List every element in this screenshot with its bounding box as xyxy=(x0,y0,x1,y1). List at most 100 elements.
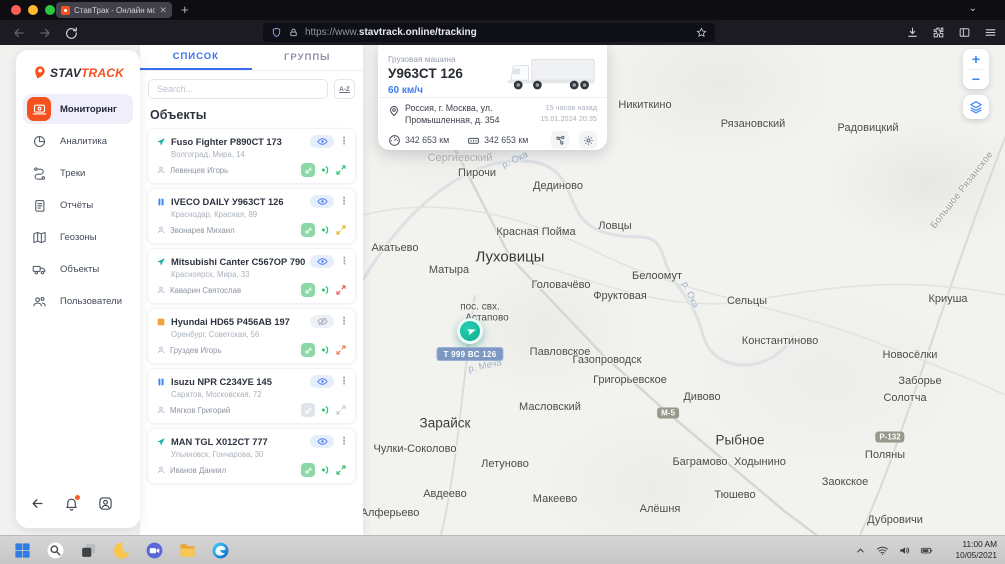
ignition-key-icon[interactable] xyxy=(301,463,315,477)
chevron-up-icon[interactable] xyxy=(854,544,867,557)
tab-close-icon[interactable]: ✕ xyxy=(159,6,167,15)
map-place-label: Макеево xyxy=(533,493,577,505)
ignition-key-icon[interactable] xyxy=(301,403,315,417)
visibility-eye-toggle[interactable] xyxy=(310,135,334,148)
connection-status-icon[interactable] xyxy=(335,404,347,416)
tab-list[interactable]: СПИСОК xyxy=(140,45,252,70)
vehicle-card[interactable]: MAN TGL Х012СТ 777 ⋮ Ульяновск, Гончаров… xyxy=(147,428,356,484)
collapse-back-button[interactable] xyxy=(30,496,45,516)
sidebar-panel-icon[interactable] xyxy=(958,26,971,39)
sidebar-item-geozones[interactable]: Геозоны xyxy=(23,222,133,252)
sort-az-button[interactable]: A-Z xyxy=(334,79,355,99)
zoom-in-button[interactable]: + xyxy=(963,49,989,69)
ignition-key-icon[interactable] xyxy=(301,283,315,297)
taskview-icon[interactable] xyxy=(79,541,98,560)
start-icon[interactable] xyxy=(13,541,32,560)
reload-button[interactable] xyxy=(64,26,78,40)
more-menu-icon[interactable]: ⋮ xyxy=(339,196,347,207)
wifi-icon[interactable] xyxy=(876,544,889,557)
notifications-bell-icon[interactable] xyxy=(64,496,79,516)
more-menu-icon[interactable]: ⋮ xyxy=(339,436,347,447)
settings-button[interactable] xyxy=(579,131,597,149)
search-icon[interactable] xyxy=(46,541,65,560)
visibility-eye-toggle[interactable] xyxy=(310,375,334,388)
new-tab-button[interactable]: + xyxy=(181,0,189,20)
ignition-key-icon[interactable] xyxy=(301,343,315,357)
browser-tab[interactable]: СтавТрак - Онлайн мониторин ✕ xyxy=(56,2,172,18)
odometer-value: 342 653 км xyxy=(405,135,449,145)
gps-signal-icon[interactable] xyxy=(319,344,331,356)
extensions-puzzle-icon[interactable] xyxy=(932,26,945,39)
edge-icon[interactable] xyxy=(211,541,230,560)
more-menu-icon[interactable]: ⋮ xyxy=(339,136,347,147)
vehicle-card[interactable]: Mitsubishi Canter С567ОР 790 ⋮ Красноярс… xyxy=(147,248,356,304)
sidebar-item-tracks[interactable]: Треки xyxy=(23,158,133,188)
folder-icon[interactable] xyxy=(178,541,197,560)
connection-status-icon[interactable] xyxy=(335,224,347,236)
map-place-label: Авдеево xyxy=(423,488,467,500)
menu-hamburger-icon[interactable] xyxy=(984,26,997,39)
more-menu-icon[interactable]: ⋮ xyxy=(339,316,347,327)
can-mileage-icon xyxy=(467,134,480,147)
volume-icon[interactable] xyxy=(898,544,911,557)
connection-status-icon[interactable] xyxy=(335,164,347,176)
map-controls: + − xyxy=(963,49,989,119)
visibility-eye-toggle[interactable] xyxy=(310,315,334,328)
visibility-eye-toggle[interactable] xyxy=(310,435,334,448)
tab-favicon xyxy=(61,6,70,15)
connection-status-icon[interactable] xyxy=(335,344,347,356)
shield-icon xyxy=(271,27,282,38)
sidebar-nav: Мониторинг Аналитика Треки Отчёты Геозон… xyxy=(16,94,140,316)
vehicle-motion-icon xyxy=(156,197,166,207)
sidebar-item-objects[interactable]: Объекты xyxy=(23,254,133,284)
bookmark-star-icon[interactable] xyxy=(696,27,707,38)
ignition-key-icon[interactable] xyxy=(301,163,315,177)
map-place-label: Поляны xyxy=(865,449,905,461)
more-menu-icon[interactable]: ⋮ xyxy=(339,376,347,387)
vehicle-card[interactable]: IVECO DAILY У963СТ 126 ⋮ Краснодар, Крас… xyxy=(147,188,356,244)
profile-icon[interactable] xyxy=(98,496,113,516)
sidebar-item-reports[interactable]: Отчёты xyxy=(23,190,133,220)
forward-button[interactable] xyxy=(38,26,52,40)
battery-icon[interactable] xyxy=(920,544,933,557)
more-menu-icon[interactable]: ⋮ xyxy=(339,256,347,267)
zoom-out-button[interactable]: − xyxy=(963,70,989,90)
driver-icon xyxy=(156,405,166,415)
download-icon[interactable] xyxy=(906,26,919,39)
sidebar-item-analytics[interactable]: Аналитика xyxy=(23,126,133,156)
minimize-window-button[interactable] xyxy=(28,5,38,15)
sidebar-item-users[interactable]: Пользователи xyxy=(23,286,133,316)
vehicle-marker[interactable] xyxy=(457,318,483,344)
maximize-window-button[interactable] xyxy=(45,5,55,15)
navigation-arrow-icon xyxy=(463,324,478,339)
tab-groups[interactable]: ГРУППЫ xyxy=(252,45,364,70)
visibility-eye-toggle[interactable] xyxy=(310,195,334,208)
gps-signal-icon[interactable] xyxy=(319,464,331,476)
vehicle-card[interactable]: Isuzu NPR С234УЕ 145 ⋮ Саратов, Московск… xyxy=(147,368,356,424)
close-window-button[interactable] xyxy=(11,5,21,15)
search-input[interactable] xyxy=(148,79,328,99)
taskbar-clock[interactable]: 11:00 AM 10/05/2021 xyxy=(955,539,997,561)
gps-signal-icon[interactable] xyxy=(319,404,331,416)
gps-signal-icon[interactable] xyxy=(319,164,331,176)
connection-status-icon[interactable] xyxy=(335,464,347,476)
vehicle-card[interactable]: Hyundai HD65 Р456АВ 197 ⋮ Оренбург, Сове… xyxy=(147,308,356,364)
sidebar-item-monitoring[interactable]: Мониторинг xyxy=(23,94,133,124)
camera-icon[interactable] xyxy=(145,541,164,560)
location-pin-icon xyxy=(388,104,400,116)
map-place-label: Ловцы xyxy=(598,220,631,232)
vehicle-card[interactable]: Fuso Fighter Р890СТ 173 ⋮ Волгоград, Мир… xyxy=(147,128,356,184)
window-controls[interactable] xyxy=(11,5,55,15)
ignition-key-icon[interactable] xyxy=(301,223,315,237)
map-layers-button[interactable] xyxy=(963,95,989,119)
gps-signal-icon[interactable] xyxy=(319,224,331,236)
map[interactable]: НикиткиноРязановскийРадовицкийСергиевски… xyxy=(363,45,1005,535)
connection-status-icon[interactable] xyxy=(335,284,347,296)
url-bar[interactable]: https://www.stavtrack.online/tracking xyxy=(263,23,715,42)
tab-list-chevron-icon[interactable]: ⌄ xyxy=(969,3,977,14)
visibility-eye-toggle[interactable] xyxy=(310,255,334,268)
share-route-button[interactable] xyxy=(551,131,569,149)
gps-signal-icon[interactable] xyxy=(319,284,331,296)
back-button[interactable] xyxy=(12,26,26,40)
moon-icon[interactable] xyxy=(112,541,131,560)
